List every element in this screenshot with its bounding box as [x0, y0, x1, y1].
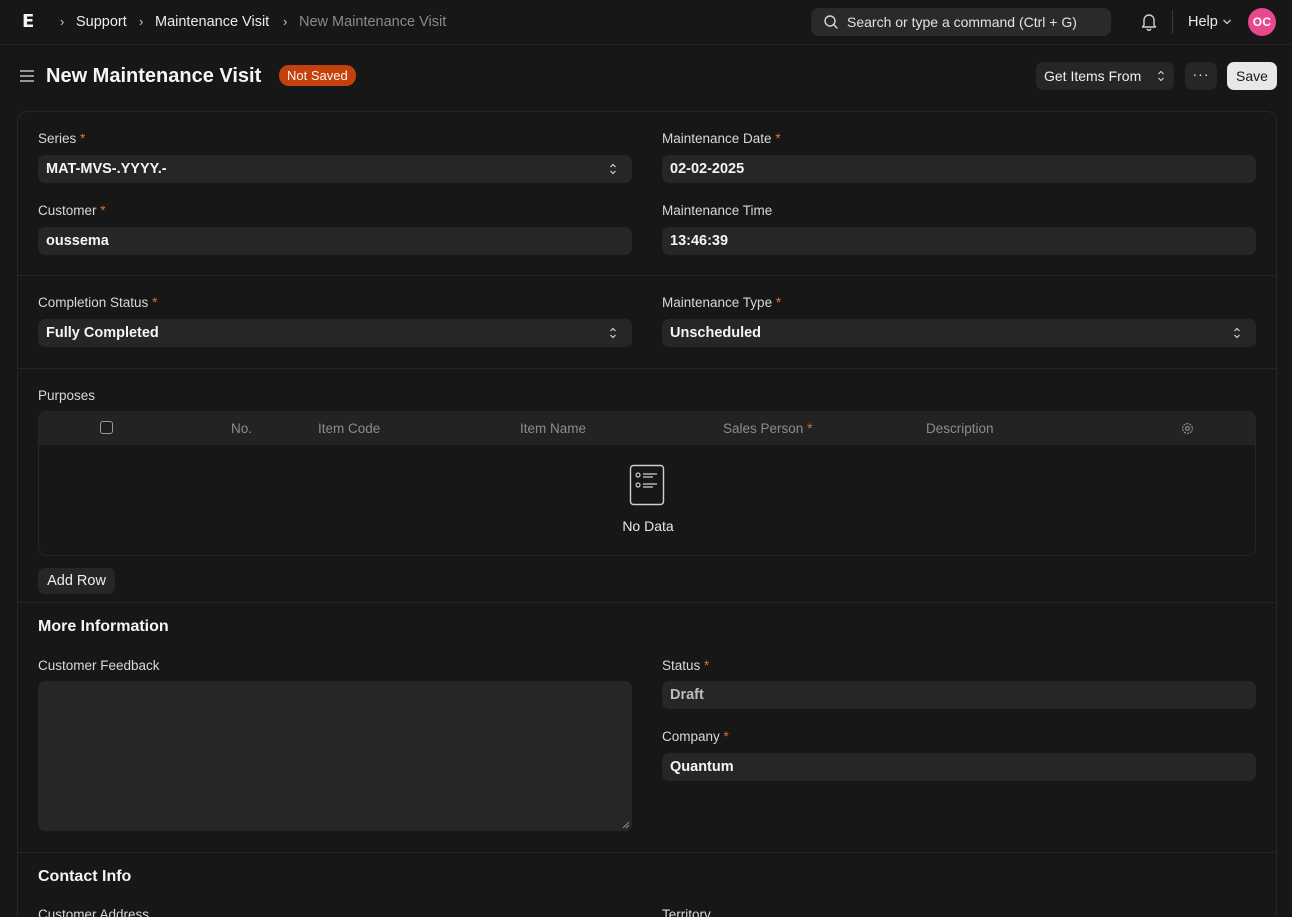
maintenance-time-value: 13:46:39: [670, 233, 729, 249]
completion-status-label: Completion Status *: [38, 295, 158, 310]
select-all-checkbox[interactable]: [100, 421, 113, 434]
column-header-description: Description: [926, 421, 994, 436]
contact-info-heading: Contact Info: [38, 868, 132, 885]
completion-status-value: Fully Completed: [46, 325, 159, 341]
section-divider: [18, 368, 1276, 369]
completion-status-select[interactable]: Fully Completed: [38, 319, 632, 347]
top-navbar: E › Support › Maintenance Visit › New Ma…: [0, 0, 1292, 45]
save-button[interactable]: Save: [1227, 62, 1277, 90]
purposes-table: No. Item Code Item Name Sales Person * D…: [38, 411, 1256, 556]
maintenance-date-value: 02-02-2025: [670, 161, 745, 177]
table-header: No. Item Code Item Name Sales Person * D…: [39, 412, 1255, 445]
add-row-button[interactable]: Add Row: [38, 568, 115, 594]
customer-address-label: Customer Address: [38, 907, 150, 917]
section-divider: [18, 852, 1276, 853]
purposes-label: Purposes: [38, 388, 96, 403]
get-items-from-button[interactable]: Get Items From: [1036, 62, 1174, 90]
select-arrows-icon: [610, 163, 616, 175]
sidebar-toggle-icon[interactable]: [19, 68, 35, 84]
search-icon: [824, 15, 838, 29]
customer-value: oussema: [46, 233, 109, 249]
chevron-down-icon: [1223, 19, 1231, 25]
series-value: MAT-MVS-.YYYY.-: [46, 161, 167, 177]
territory-label: Territory: [662, 907, 711, 917]
column-header-no: No.: [231, 421, 253, 436]
select-arrows-icon: [1158, 70, 1164, 82]
section-divider: [18, 602, 1276, 603]
chevron-right-icon: ›: [139, 14, 144, 29]
status-label: Status *: [662, 658, 710, 673]
company-label: Company *: [662, 729, 729, 744]
maintenance-type-label: Maintenance Type *: [662, 295, 782, 310]
customer-feedback-textarea[interactable]: [38, 681, 632, 831]
customer-label: Customer *: [38, 203, 106, 218]
empty-state-text: No Data: [622, 518, 674, 534]
column-header-item-code: Item Code: [318, 421, 381, 436]
gear-icon[interactable]: [1180, 421, 1195, 436]
search-input[interactable]: Search or type a command (Ctrl + G): [811, 8, 1111, 36]
app-logo[interactable]: E: [22, 11, 42, 33]
company-field[interactable]: Quantum: [662, 753, 1256, 781]
column-header-item-name: Item Name: [520, 421, 587, 436]
resize-grip-icon[interactable]: [622, 821, 630, 829]
breadcrumb-support[interactable]: Support: [76, 13, 127, 31]
notification-bell-icon[interactable]: [1140, 12, 1158, 32]
chevron-right-icon: ›: [60, 14, 65, 29]
customer-feedback-label: Customer Feedback: [38, 658, 160, 673]
empty-list-icon: [629, 464, 665, 506]
status-field[interactable]: Draft: [662, 681, 1256, 709]
get-items-from-label: Get Items From: [1044, 68, 1142, 84]
navbar-divider: [1172, 10, 1173, 34]
maintenance-date-label: Maintenance Date *: [662, 131, 781, 146]
search-placeholder: Search or type a command (Ctrl + G): [847, 14, 1077, 30]
more-actions-button[interactable]: ···: [1185, 62, 1217, 90]
maintenance-time-field[interactable]: 13:46:39: [662, 227, 1256, 255]
maintenance-time-label: Maintenance Time: [662, 203, 773, 218]
maintenance-date-field[interactable]: 02-02-2025: [662, 155, 1256, 183]
section-divider: [18, 275, 1276, 276]
breadcrumb-maintenance-visit[interactable]: Maintenance Visit: [155, 13, 269, 31]
breadcrumb-current: New Maintenance Visit: [299, 14, 447, 30]
column-header-sales-person: Sales Person *: [723, 421, 813, 436]
select-arrows-icon: [610, 327, 616, 339]
series-label: Series *: [38, 131, 86, 146]
maintenance-type-select[interactable]: Unscheduled: [662, 319, 1256, 347]
chevron-right-icon: ›: [283, 14, 288, 29]
help-menu[interactable]: Help: [1188, 13, 1218, 31]
status-badge: Not Saved: [279, 65, 356, 86]
company-value: Quantum: [670, 759, 734, 775]
status-value: Draft: [670, 687, 704, 703]
more-information-heading: More Information: [38, 618, 169, 635]
maintenance-type-value: Unscheduled: [670, 325, 762, 341]
customer-field[interactable]: oussema: [38, 227, 632, 255]
series-select[interactable]: MAT-MVS-.YYYY.-: [38, 155, 632, 183]
select-arrows-icon: [1234, 327, 1240, 339]
page-title: New Maintenance Visit: [46, 65, 262, 87]
user-avatar[interactable]: OC: [1248, 8, 1276, 36]
